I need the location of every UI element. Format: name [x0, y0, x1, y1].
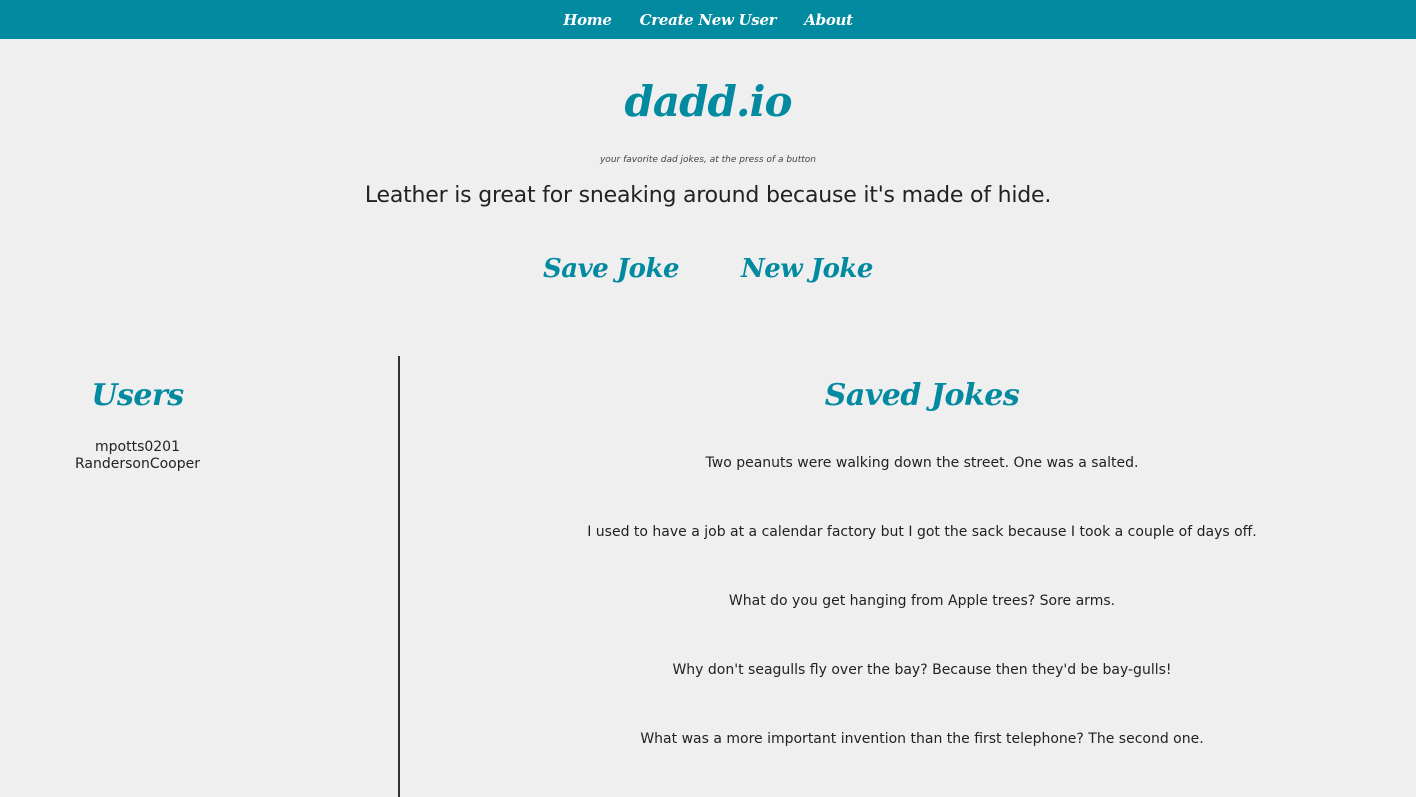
- saved-joke-item: What was a more important invention than…: [640, 731, 1204, 747]
- users-panel: Users mpotts0201 RandersonCooper: [0, 356, 400, 797]
- saved-joke-item: Why don't seagulls fly over the bay? Bec…: [672, 662, 1172, 678]
- page-header: dadd.io your favorite dad jokes, at the …: [0, 39, 1416, 284]
- saved-joke-item: I used to have a job at a calendar facto…: [587, 524, 1257, 540]
- saved-joke-list: Two peanuts were walking down the street…: [400, 455, 1416, 748]
- top-navbar: Home Create New User About: [0, 0, 1416, 39]
- users-heading: Users: [91, 378, 184, 413]
- joke-actions: Save Joke New Joke: [0, 254, 1416, 284]
- nav-home-link[interactable]: Home: [563, 11, 612, 29]
- user-list: mpotts0201 RandersonCooper: [0, 439, 275, 473]
- saved-jokes-heading: Saved Jokes: [824, 378, 1020, 413]
- site-tagline: your favorite dad jokes, at the press of…: [599, 155, 817, 165]
- new-joke-button[interactable]: New Joke: [741, 254, 873, 284]
- nav-about-link[interactable]: About: [804, 11, 853, 29]
- main-content: Users mpotts0201 RandersonCooper Saved J…: [0, 356, 1416, 797]
- site-title: dadd.io: [624, 77, 793, 126]
- nav-create-user-link[interactable]: Create New User: [640, 11, 777, 29]
- saved-jokes-panel: Saved Jokes Two peanuts were walking dow…: [400, 356, 1416, 797]
- user-list-item[interactable]: mpotts0201: [0, 439, 275, 456]
- save-joke-button[interactable]: Save Joke: [543, 254, 680, 284]
- saved-joke-item: Two peanuts were walking down the street…: [705, 455, 1139, 471]
- saved-joke-item: What do you get hanging from Apple trees…: [728, 593, 1116, 609]
- current-joke-text: Leather is great for sneaking around bec…: [364, 183, 1052, 208]
- user-list-item[interactable]: RandersonCooper: [0, 456, 275, 473]
